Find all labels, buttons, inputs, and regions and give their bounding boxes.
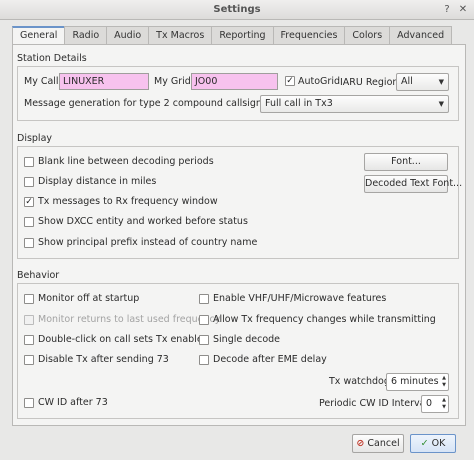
msg-gen-select[interactable]: Full call in Tx3 ▼ <box>260 95 449 113</box>
tab-reporting[interactable]: Reporting <box>211 26 274 44</box>
cw-interval-label: Periodic CW ID Interval: <box>319 398 432 409</box>
double-click-checkbox[interactable] <box>24 335 34 345</box>
single-decode-checkbox[interactable] <box>199 335 209 345</box>
tab-general[interactable]: General <box>12 26 66 45</box>
eme-delay-checkbox[interactable] <box>199 355 209 365</box>
cw-id-label: CW ID after 73 <box>38 397 108 408</box>
single-decode-label: Single decode <box>213 334 281 345</box>
cancel-icon: ⊘ <box>356 438 365 449</box>
tab-frequencies[interactable]: Frequencies <box>272 26 346 44</box>
tab-audio[interactable]: Audio <box>106 26 150 44</box>
autogrid-label: AutoGrid <box>298 76 340 87</box>
behavior-title: Behavior <box>17 270 60 281</box>
iaru-region-select[interactable]: All ▼ <box>396 73 449 91</box>
cw-interval-value: 0 <box>426 398 433 409</box>
cw-interval-spinbox[interactable]: 0 ▲ ▼ <box>421 395 449 413</box>
iaru-region-label: IARU Region: <box>340 77 402 88</box>
eme-delay-label: Decode after EME delay <box>213 354 327 365</box>
station-details-title: Station Details <box>17 53 87 64</box>
my-grid-field[interactable]: JO00 <box>191 73 278 90</box>
close-icon[interactable]: ✕ <box>457 4 469 16</box>
cw-id-checkbox[interactable] <box>24 398 34 408</box>
principal-prefix-checkbox[interactable] <box>24 238 34 248</box>
blank-line-checkbox[interactable] <box>24 157 34 167</box>
disable-tx-73-checkbox[interactable] <box>24 355 34 365</box>
allow-tx-change-label: Allow Tx frequency changes while transmi… <box>213 314 436 325</box>
monitor-returns-checkbox <box>24 315 34 325</box>
monitor-off-checkbox[interactable] <box>24 294 34 304</box>
tab-tx-macros[interactable]: Tx Macros <box>148 26 213 44</box>
my-call-label: My Call: <box>24 76 62 87</box>
autogrid-checkbox[interactable]: ✓ <box>285 76 295 86</box>
tab-bar: General Radio Audio Tx Macros Reporting … <box>12 26 453 45</box>
iaru-region-value: All <box>401 76 413 87</box>
monitor-off-label: Monitor off at startup <box>38 293 140 304</box>
double-click-label: Double-click on call sets Tx enable <box>38 334 203 345</box>
dxcc-label: Show DXCC entity and worked before statu… <box>38 216 248 227</box>
distance-miles-label: Display distance in miles <box>38 176 157 187</box>
tab-radio[interactable]: Radio <box>64 26 108 44</box>
chevron-down-icon: ▼ <box>438 78 444 86</box>
msg-gen-value: Full call in Tx3 <box>265 98 333 109</box>
help-icon[interactable]: ? <box>441 4 453 16</box>
ok-label: OK <box>431 438 446 449</box>
allow-tx-change-checkbox[interactable] <box>199 315 209 325</box>
cancel-label: Cancel <box>367 438 400 449</box>
blank-line-label: Blank line between decoding periods <box>38 156 214 167</box>
principal-prefix-label: Show principal prefix instead of country… <box>38 237 258 248</box>
tx-watchdog-spinbox[interactable]: 6 minutes ▲ ▼ <box>386 373 449 391</box>
tx-to-rx-label: Tx messages to Rx frequency window <box>38 196 218 207</box>
ok-button[interactable]: ✓ OK <box>410 434 456 453</box>
font-button[interactable]: Font... <box>364 153 448 171</box>
display-title: Display <box>17 133 53 144</box>
tab-colors[interactable]: Colors <box>344 26 391 44</box>
monitor-returns-label: Monitor returns to last used frequency <box>38 314 221 325</box>
tab-advanced[interactable]: Advanced <box>389 26 453 44</box>
vhf-features-checkbox[interactable] <box>199 294 209 304</box>
chevron-down-icon: ▼ <box>438 100 444 108</box>
distance-miles-checkbox[interactable] <box>24 177 34 187</box>
tx-watchdog-value: 6 minutes <box>391 376 439 387</box>
vhf-features-label: Enable VHF/UHF/Microwave features <box>213 293 387 304</box>
cancel-button[interactable]: ⊘ Cancel <box>352 434 404 453</box>
spin-arrows-icon[interactable]: ▲ ▼ <box>442 397 446 411</box>
spin-arrows-icon[interactable]: ▲ ▼ <box>442 375 446 389</box>
dxcc-checkbox[interactable] <box>24 217 34 227</box>
tx-watchdog-label: Tx watchdog: <box>329 376 394 387</box>
decoded-text-font-button[interactable]: Decoded Text Font... <box>364 175 462 193</box>
tx-to-rx-checkbox[interactable]: ✓ <box>24 197 34 207</box>
disable-tx-73-label: Disable Tx after sending 73 <box>38 354 169 365</box>
my-grid-label: My Grid: <box>154 76 194 87</box>
my-call-field[interactable]: LINUXER <box>59 73 149 90</box>
title-bar: Settings ? ✕ <box>0 0 474 20</box>
check-icon: ✓ <box>420 438 429 449</box>
window-title: Settings <box>213 4 261 15</box>
